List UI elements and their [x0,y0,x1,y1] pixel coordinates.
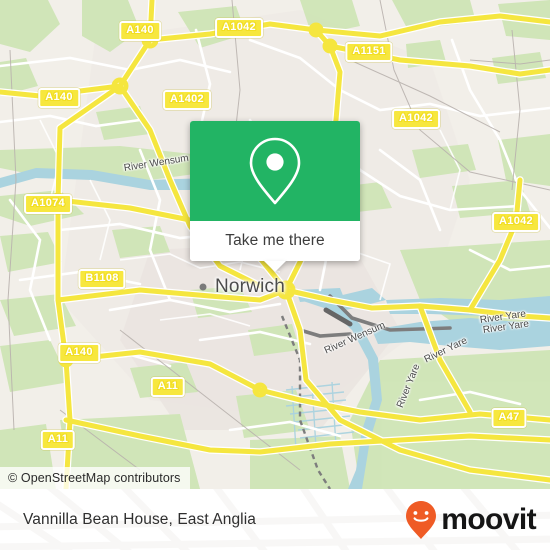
road-shield: A1151 [345,42,393,62]
city-label-norwich: Norwich [214,276,286,297]
road-shield: A1042 [492,212,540,232]
map-page: A140 A1042 A1151 A140 A1402 A1042 A1074 A1042 B1… [0,0,550,550]
road-shield: A1042 [392,109,440,129]
moovit-brand[interactable]: moovit [404,500,537,540]
road-shield: A11 [40,430,76,450]
location-pin-icon [249,137,301,205]
road-shield: A140 [119,21,161,41]
moovit-smiley-pin-icon [406,500,437,539]
city-marker-dot [199,283,207,291]
map-attribution[interactable]: © OpenStreetMap contributors [0,467,190,489]
road-shield: A47 [491,408,527,428]
road-shield: A11 [150,377,186,397]
footer-bar: Vannilla Bean House, East Anglia moovit [0,489,550,550]
popup-pointer-tail [264,261,286,272]
popup-header [190,121,360,221]
road-shield: B1108 [78,269,126,289]
place-title: Vannilla Bean House, East Anglia [23,510,256,528]
moovit-wordmark: moovit [441,502,536,536]
road-shield: A140 [38,88,80,108]
take-me-there-label: Take me there [225,232,325,249]
road-shield: A1402 [163,90,211,110]
road-shield: A1042 [215,18,263,38]
place-popup[interactable]: Take me there [190,121,360,272]
map-canvas[interactable]: A140 A1042 A1151 A140 A1402 A1042 A1074 A1042 B1… [0,0,550,489]
road-shield: A140 [58,343,100,363]
road-shield: A1074 [24,194,72,214]
take-me-there-button[interactable]: Take me there [190,221,360,261]
